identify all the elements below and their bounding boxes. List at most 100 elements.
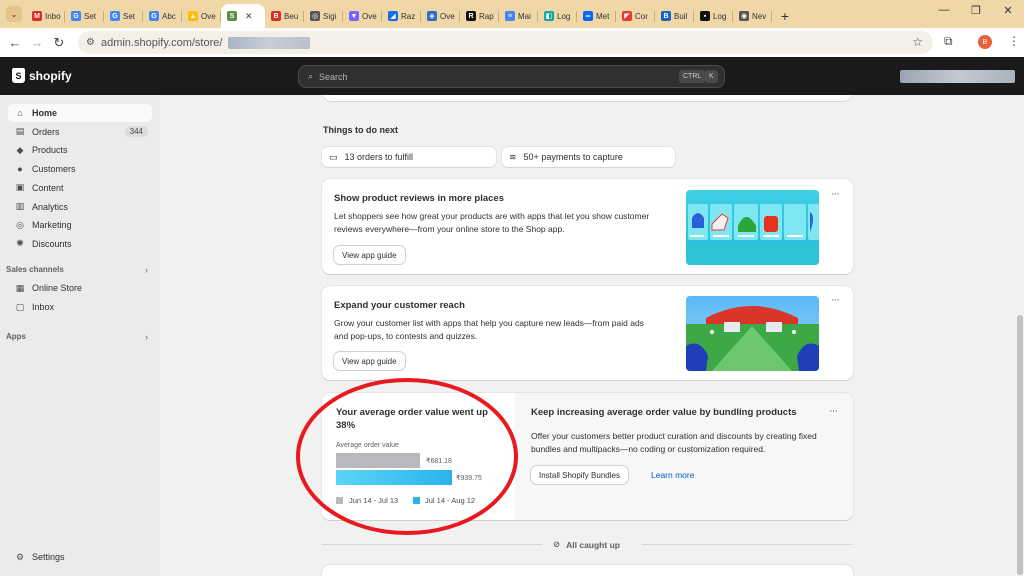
sidebar-item-inbox[interactable]: ▢ Inbox	[8, 298, 152, 316]
browser-tab[interactable]: ◈ Ove	[421, 4, 460, 28]
redacted-store-id	[228, 36, 311, 49]
tab-label: Abc	[162, 11, 176, 21]
card-menu-icon[interactable]: ···	[831, 294, 840, 306]
close-window-button[interactable]: ✕	[992, 4, 1024, 17]
new-tab-button[interactable]: +	[776, 4, 794, 28]
search-icon: ⌕	[308, 71, 314, 81]
sidebar-item-label: Analytics	[32, 201, 69, 212]
sidebar-item-content[interactable]: ▣ Content	[8, 179, 152, 197]
card-description: Grow your customer list with apps that h…	[334, 318, 644, 341]
app-icon: R	[466, 11, 476, 21]
store-icon: ▦	[15, 282, 25, 293]
app-icon: B	[271, 11, 281, 21]
tab-label: Nev	[752, 11, 767, 21]
browser-tab[interactable]: ▪ Log	[694, 4, 733, 28]
browser-menu-icon[interactable]: ⋮	[1008, 34, 1020, 48]
gmail-icon: M	[32, 11, 42, 21]
card-menu-icon[interactable]: ···	[831, 188, 840, 200]
browser-tab[interactable]: ◉ Nev	[733, 4, 772, 28]
redacted-store-name[interactable]	[900, 70, 1015, 83]
browser-tab[interactable]: ◢ Raz	[382, 4, 421, 28]
reload-button[interactable]: ↻	[48, 35, 70, 51]
tab-label: Ove	[440, 11, 455, 21]
extensions-icon[interactable]: ⧉	[944, 34, 953, 49]
card-description: Offer your customers better product cura…	[531, 431, 817, 454]
maximize-button[interactable]: ❐	[960, 4, 992, 17]
profile-avatar[interactable]: B	[978, 35, 992, 49]
apps-heading[interactable]: Apps	[6, 332, 26, 341]
browser-tab[interactable]: B Buil	[655, 4, 694, 28]
minimize-button[interactable]: —	[928, 4, 960, 17]
bookmark-star-icon[interactable]: ☆	[912, 35, 923, 49]
sidebar-item-orders[interactable]: ▤ Orders 344	[8, 123, 152, 141]
check-circle-icon: ⊘	[553, 539, 561, 549]
sidebar-item-home[interactable]: ⌂ Home	[8, 104, 152, 122]
browser-tab[interactable]: ◎ Sigi	[304, 4, 343, 28]
all-caught-up: ⊘ All caught up	[553, 539, 620, 550]
close-icon[interactable]: ✕	[245, 11, 253, 22]
sidebar-item-analytics[interactable]: ▥ Analytics	[8, 198, 152, 216]
brand-name: shopify	[29, 68, 72, 83]
browser-tab[interactable]: B Beu	[265, 4, 304, 28]
sidebar-item-discounts[interactable]: ✺ Discounts	[8, 235, 152, 253]
divider	[322, 544, 542, 545]
browser-tab[interactable]: S ✕	[221, 4, 265, 28]
inbox-icon: ▢	[15, 301, 25, 312]
orders-icon: ▤	[15, 126, 25, 137]
sidebar-item-marketing[interactable]: ◎ Marketing	[8, 216, 152, 234]
browser-tab[interactable]: R Rap	[460, 4, 499, 28]
google-icon: G	[110, 11, 120, 21]
orders-to-fulfill-pill[interactable]: ▭ 13 orders to fulfill	[322, 147, 496, 167]
url-bar[interactable]: ⚙ admin.shopify.com/store/ ☆	[78, 31, 933, 54]
inbox-tray-icon: ▭	[329, 151, 338, 162]
tab-label: Cor	[635, 11, 648, 21]
browser-tab[interactable]: ◧ Log	[538, 4, 577, 28]
view-app-guide-button[interactable]: View app guide	[334, 352, 405, 370]
divider	[642, 544, 853, 545]
content-icon: ▣	[15, 182, 25, 193]
browser-tab[interactable]: M Inbo	[26, 4, 65, 28]
target-icon: ◎	[16, 219, 24, 230]
app-icon: ◤	[622, 11, 632, 21]
google-ads-icon: ▲	[188, 11, 198, 21]
chevron-right-icon[interactable]: ›	[145, 332, 148, 342]
tab-search-button[interactable]: ⌄	[6, 6, 22, 22]
tab-label: Ove	[362, 11, 377, 21]
sidebar-item-settings[interactable]: ⚙ Settings	[8, 548, 152, 566]
shortcut-key-k: K	[705, 70, 718, 83]
browser-tab[interactable]: ▼ Ove	[343, 4, 382, 28]
browser-tab[interactable]: G Set	[104, 4, 143, 28]
next-card	[322, 565, 853, 576]
scrollbar-thumb[interactable]	[1017, 315, 1023, 575]
search-input[interactable]: ⌕ Search CTRL K	[298, 65, 725, 88]
browser-tab[interactable]: ∞ Met	[577, 4, 616, 28]
home-icon: ⌂	[17, 108, 23, 118]
forward-button[interactable]: →	[26, 35, 48, 50]
shopify-bag-icon: S	[12, 68, 25, 83]
tab-label: Buil	[674, 11, 688, 21]
back-button[interactable]: ←	[4, 35, 26, 50]
browser-tab[interactable]: ◤ Cor	[616, 4, 655, 28]
browser-tab[interactable]: ▲ Ove	[182, 4, 221, 28]
card-title: Keep increasing average order value by b…	[531, 407, 797, 418]
install-shopify-bundles-button[interactable]: Install Shopify Bundles	[531, 466, 628, 484]
sales-channels-heading[interactable]: Sales channels	[6, 265, 64, 274]
view-app-guide-button[interactable]: View app guide	[334, 246, 405, 264]
site-info-icon[interactable]: ⚙	[86, 37, 95, 48]
payments-to-capture-pill[interactable]: ≋ 50+ payments to capture	[502, 147, 675, 167]
sidebar-item-label: Discounts	[32, 238, 72, 249]
browser-tab[interactable]: ≡ Mai	[499, 4, 538, 28]
browser-tab[interactable]: G Abc	[143, 4, 182, 28]
browser-tab[interactable]: G Set	[65, 4, 104, 28]
sidebar-item-online-store[interactable]: ▦ Online Store	[8, 279, 152, 297]
learn-more-link[interactable]: Learn more	[651, 470, 694, 480]
scrollbar[interactable]	[1016, 95, 1024, 576]
shopify-logo[interactable]: S shopify	[12, 68, 72, 83]
sidebar-item-customers[interactable]: ● Customers	[8, 160, 152, 178]
card-menu-icon[interactable]: ···	[829, 405, 838, 417]
tab-label: Inbo	[45, 11, 61, 21]
tab-label: Set	[123, 11, 136, 21]
app-icon: ▼	[349, 11, 359, 21]
sidebar-item-products[interactable]: ◆ Products	[8, 141, 152, 159]
chevron-right-icon[interactable]: ›	[145, 265, 148, 275]
